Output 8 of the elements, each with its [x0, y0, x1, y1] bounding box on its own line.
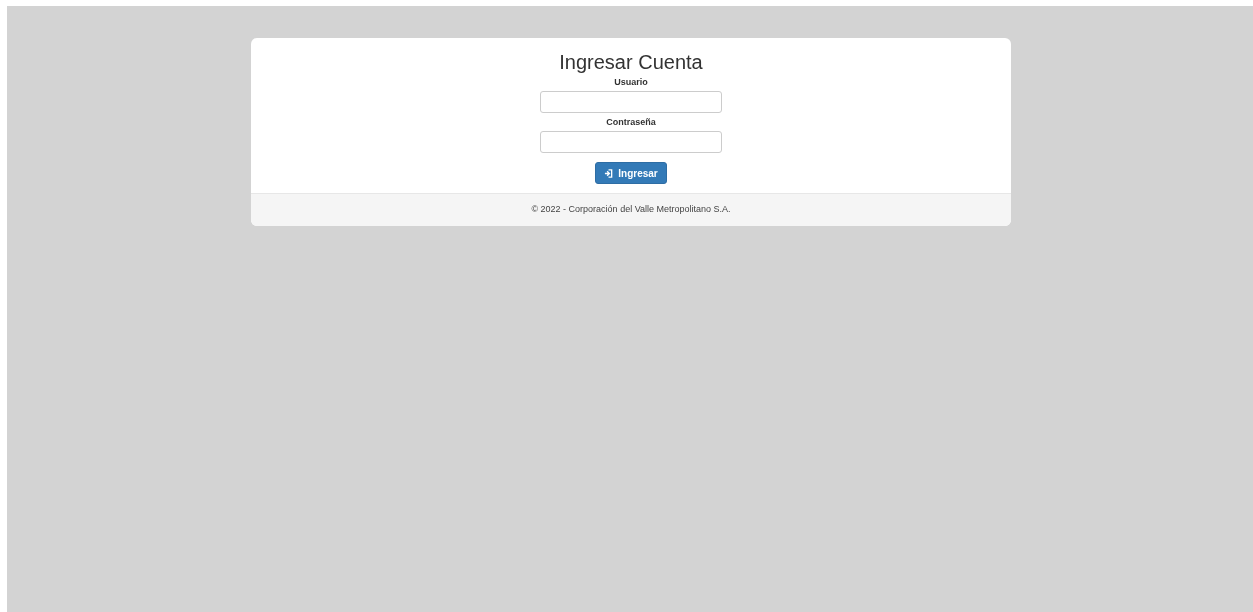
field-label: Usuario [614, 76, 648, 88]
field-label: Contraseña [606, 116, 656, 128]
login-button[interactable]: Ingresar [595, 162, 667, 184]
login-icon [604, 168, 614, 178]
input-field[interactable] [540, 91, 722, 113]
form-title: Ingresar Cuenta [559, 51, 703, 73]
copyright-text: © 2022 - Corporación del Valle Metropolitano S.A. [531, 203, 731, 217]
input-field[interactable] [540, 131, 722, 153]
